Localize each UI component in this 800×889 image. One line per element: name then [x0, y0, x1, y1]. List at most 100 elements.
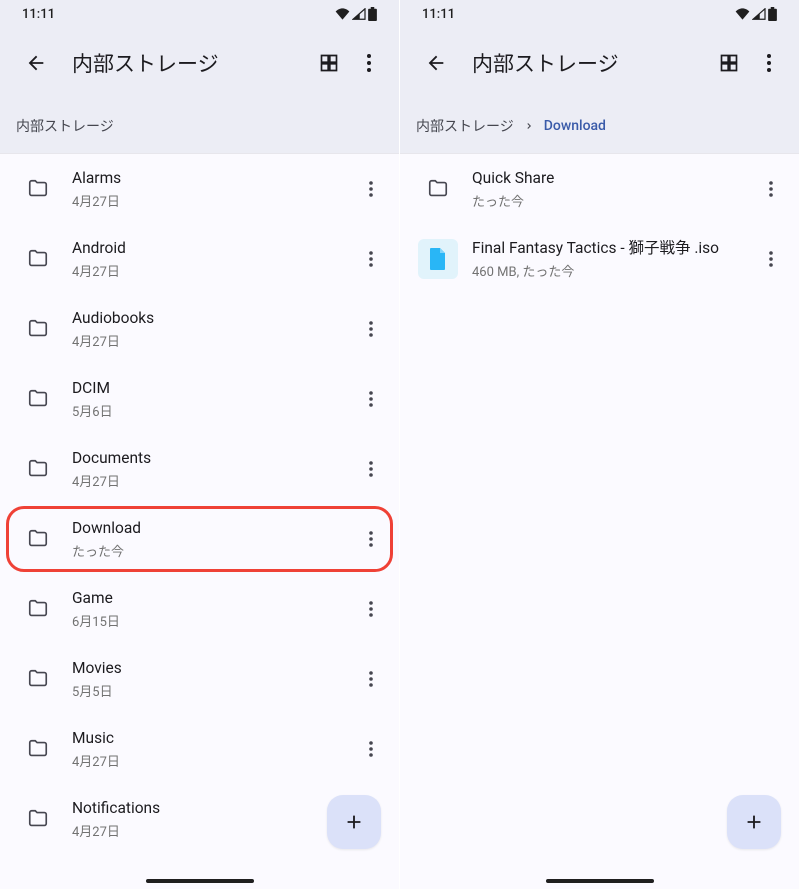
item-name: Quick Share	[472, 168, 751, 188]
more-vert-icon	[767, 54, 771, 72]
breadcrumb: 内部ストレージ Download	[400, 98, 799, 154]
item-more-button[interactable]	[351, 449, 391, 489]
item-name: Audiobooks	[72, 308, 351, 328]
item-name: Movies	[72, 658, 351, 678]
folder-row[interactable]: Alarms4月27日	[0, 154, 399, 224]
app-bar: 内部ストレージ	[0, 28, 399, 98]
item-name: Game	[72, 588, 351, 608]
item-more-button[interactable]	[351, 589, 391, 629]
item-meta: 6月15日	[72, 611, 351, 630]
item-more-button[interactable]	[351, 309, 391, 349]
fab-add[interactable]	[727, 795, 781, 849]
nav-handle[interactable]	[546, 879, 654, 883]
item-name: Download	[72, 518, 351, 538]
folder-icon	[18, 729, 58, 769]
grid-view-icon	[719, 53, 739, 73]
plus-icon	[743, 811, 765, 833]
item-more-button[interactable]	[751, 169, 791, 209]
item-meta: たった今	[72, 541, 351, 560]
item-text: Movies 5月5日	[72, 658, 351, 699]
item-meta: 4月27日	[72, 331, 351, 350]
folder-row[interactable]: Music4月27日	[0, 714, 399, 784]
status-bar: 11:11	[0, 0, 399, 28]
battery-icon	[368, 7, 377, 21]
signal-icon	[752, 8, 766, 20]
item-more-button[interactable]	[351, 379, 391, 419]
item-meta: 5月5日	[72, 681, 351, 700]
item-text: Final Fantasy Tactics - 獅子戦争 .iso460 MB,…	[472, 238, 751, 279]
item-meta: 4月27日	[72, 471, 351, 490]
item-text: Android4月27日	[72, 238, 351, 279]
item-more-button[interactable]	[351, 169, 391, 209]
breadcrumb-item[interactable]: 内部ストレージ	[416, 116, 514, 136]
signal-icon	[352, 8, 366, 20]
breadcrumb-item[interactable]: 内部ストレージ	[16, 116, 114, 136]
item-more-button[interactable]	[751, 239, 791, 279]
item-text: Alarms4月27日	[72, 168, 351, 209]
folder-icon	[18, 309, 58, 349]
more-button[interactable]	[749, 43, 789, 83]
item-meta: 4月27日	[72, 261, 351, 280]
battery-icon	[768, 7, 777, 21]
folder-icon	[18, 519, 58, 559]
back-button[interactable]	[16, 43, 56, 83]
item-meta: たった今	[472, 191, 751, 210]
folder-icon	[18, 169, 58, 209]
pane-right: 11:11 内部ストレージ 内部ストレージ Download Quick Sha…	[400, 0, 800, 889]
folder-row[interactable]: Documents 4月27日	[0, 434, 399, 504]
nav-handle[interactable]	[146, 879, 254, 883]
item-name: DCIM	[72, 378, 351, 398]
item-meta: 4月27日	[72, 821, 351, 840]
breadcrumb: 内部ストレージ	[0, 98, 399, 154]
folder-icon	[18, 659, 58, 699]
item-text: Game 6月15日	[72, 588, 351, 629]
item-more-button[interactable]	[351, 239, 391, 279]
file-list[interactable]: Quick Share たった今 Final Fantasy Tactics - 獅…	[400, 154, 799, 889]
folder-icon	[18, 239, 58, 279]
fab-add[interactable]	[327, 795, 381, 849]
item-more-button[interactable]	[351, 519, 391, 559]
status-bar: 11:11	[400, 0, 799, 28]
wifi-icon	[735, 8, 750, 20]
more-button[interactable]	[349, 43, 389, 83]
grid-view-icon	[319, 53, 339, 73]
arrow-back-icon	[425, 52, 447, 74]
view-grid-button[interactable]	[309, 43, 349, 83]
folder-row[interactable]: Download たった今	[0, 504, 399, 574]
folder-icon	[18, 449, 58, 489]
page-title: 内部ストレージ	[472, 48, 709, 78]
item-meta: 5月6日	[72, 401, 351, 420]
item-more-button[interactable]	[351, 729, 391, 769]
item-text: Documents 4月27日	[72, 448, 351, 489]
view-grid-button[interactable]	[709, 43, 749, 83]
file-list[interactable]: Alarms4月27日Android4月27日Audiobooks4月27日DC…	[0, 154, 399, 889]
arrow-back-icon	[25, 52, 47, 74]
item-text: Notifications 4月27日	[72, 798, 351, 839]
item-name: Music	[72, 728, 351, 748]
folder-row[interactable]: Game 6月15日	[0, 574, 399, 644]
breadcrumb-item-active[interactable]: Download	[544, 118, 606, 134]
page-title: 内部ストレージ	[72, 48, 309, 78]
folder-row[interactable]: Audiobooks 4月27日	[0, 294, 399, 364]
folder-icon	[18, 379, 58, 419]
item-text: Quick Share たった今	[472, 168, 751, 209]
folder-row[interactable]: DCIM 5月6日	[0, 364, 399, 434]
folder-icon	[18, 799, 58, 839]
item-meta: 460 MB, たった今	[472, 261, 751, 280]
folder-row[interactable]: Android4月27日	[0, 224, 399, 294]
folder-icon	[18, 589, 58, 629]
item-more-button[interactable]	[351, 659, 391, 699]
item-text: Audiobooks 4月27日	[72, 308, 351, 349]
item-name: Alarms	[72, 168, 351, 188]
item-name: Documents	[72, 448, 351, 468]
item-text: Download たった今	[72, 518, 351, 559]
folder-row[interactable]: Movies 5月5日	[0, 644, 399, 714]
item-name: Notifications	[72, 798, 351, 818]
status-time: 11:11	[22, 7, 55, 22]
folder-row[interactable]: Quick Share たった今	[400, 154, 799, 224]
file-row[interactable]: Final Fantasy Tactics - 獅子戦争 .iso460 MB,…	[400, 224, 799, 294]
plus-icon	[343, 811, 365, 833]
folder-icon	[418, 169, 458, 209]
chevron-right-icon	[524, 121, 534, 131]
back-button[interactable]	[416, 43, 456, 83]
